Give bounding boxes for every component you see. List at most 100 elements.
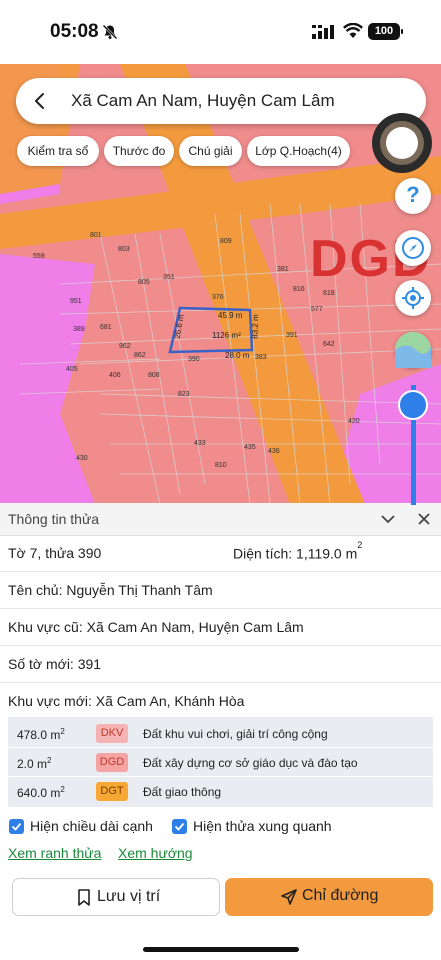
edge-length-label[interactable]: Hiện chiều dài cạnh [30, 818, 153, 834]
compass-icon [402, 237, 424, 259]
parcel-number: 642 [323, 341, 335, 348]
parcel-number: 389 [73, 326, 85, 333]
nearby-parcels-label[interactable]: Hiện thửa xung quanh [193, 818, 332, 834]
owner-name: Tên chủ: Nguyễn Thị Thanh Tâm [8, 582, 213, 598]
row-new-area: Khu vực mới: Xã Cam An, Khánh Hòa [0, 683, 441, 720]
zone-description: Đất giao thông [143, 785, 222, 799]
parcel-number: 351 [163, 274, 175, 281]
parcel-number: 406 [109, 372, 121, 379]
parcel-number: 805 [138, 279, 150, 286]
zone-area: 478.0 m2 [17, 727, 65, 742]
parcel-number: 436 [268, 448, 280, 455]
parcel-number: 862 [134, 352, 146, 359]
zone-code-badge: DGD [96, 753, 128, 772]
edge-length-checkbox[interactable] [9, 819, 24, 834]
help-button[interactable]: ? [395, 178, 431, 214]
parcel-number: 818 [323, 290, 335, 297]
checkmark-icon [11, 822, 22, 831]
edge-length-bottom: 28.0 m [225, 351, 250, 360]
checkmark-icon [174, 822, 185, 831]
close-icon[interactable] [417, 512, 431, 526]
parcel-number: 951 [70, 298, 82, 305]
parcel-number: 823 [178, 391, 190, 398]
save-location-button[interactable]: Lưu vị trí [12, 878, 220, 916]
home-indicator[interactable] [143, 947, 299, 952]
chip-measure[interactable]: Thước đo [104, 136, 174, 166]
old-area: Khu vực cũ: Xã Cam An Nam, Huyện Cam Lâm [8, 619, 304, 635]
nearby-parcels-checkbox[interactable] [172, 819, 187, 834]
sheet-parcel: Tờ 7, thửa 390 [8, 545, 102, 561]
row-sheet-area: Tờ 7, thửa 390 Diện tích: 1,119.0 m2 [0, 535, 441, 572]
directions-label: Chỉ đường [302, 887, 379, 904]
chip-check-book[interactable]: Kiểm tra sổ [17, 136, 99, 166]
bookmark-icon [78, 889, 90, 906]
zoning-table: 478.0 m2 DKV Đất khu vui chơi, giải trí … [8, 717, 433, 807]
directions-button[interactable]: Chỉ đường [225, 878, 433, 916]
search-location-text[interactable]: Xã Cam An Nam, Huyện Cam Lâm [71, 91, 335, 111]
panel-title: Thông tin thửa [8, 511, 100, 527]
parcel-number: 430 [76, 455, 88, 462]
zone-area: 2.0 m2 [17, 756, 52, 771]
bell-off-icon [102, 24, 118, 40]
new-area: Khu vực mới: Xã Cam An, Khánh Hòa [8, 693, 245, 709]
parcel-number: 803 [118, 246, 130, 253]
zone-row: 640.0 m2 DGT Đất giao thông [8, 777, 433, 806]
zone-row: 2.0 m2 DGD Đất xây dựng cơ sở giáo dục v… [8, 748, 433, 777]
parcel-area-label: 1126 m² [212, 331, 241, 340]
zone-row: 478.0 m2 DKV Đất khu vui chơi, giải trí … [8, 719, 433, 748]
parcel-number: 391 [286, 332, 298, 339]
status-bar: 05:08 100 [0, 0, 441, 64]
map-control-button[interactable] [372, 113, 432, 173]
edge-length-top: 45.9 m [218, 311, 243, 320]
signal-icon [312, 25, 334, 39]
parcel-number: 381 [277, 266, 289, 273]
panel-header: Thông tin thửa [0, 503, 441, 536]
row-new-sheet: Số tờ mới: 391 [0, 646, 441, 683]
parcel-number: 577 [311, 306, 323, 313]
parcel-number: 405 [66, 366, 78, 373]
parcel-number: 376 [212, 294, 224, 301]
parcel-number: 420 [348, 418, 360, 425]
new-sheet: Số tờ mới: 391 [8, 656, 102, 672]
status-time: 05:08 [50, 21, 99, 42]
zone-code-badge: DKV [96, 724, 128, 743]
parcel-number: 435 [244, 444, 256, 451]
parcel-area: Diện tích: 1,119.0 m2 [233, 540, 363, 562]
back-arrow-icon[interactable] [30, 91, 50, 111]
parcel-number: 809 [220, 238, 232, 245]
chip-planning-layers[interactable]: Lớp Q.Hoạch(4) [247, 136, 350, 166]
my-location-button[interactable] [395, 280, 431, 316]
satellite-layer-icon [395, 332, 431, 368]
crosshair-icon [402, 287, 424, 309]
row-old-area: Khu vực cũ: Xã Cam An Nam, Huyện Cam Lâm [0, 609, 441, 646]
search-bar[interactable]: Xã Cam An Nam, Huyện Cam Lâm [16, 78, 426, 124]
chevron-down-icon[interactable] [380, 512, 396, 526]
zone-description: Đất xây dựng cơ sở giáo dục và đào tạo [143, 756, 358, 770]
zone-code-badge: DGT [96, 782, 128, 801]
edge-length-right: 83.2 m [250, 314, 261, 339]
view-direction-link[interactable]: Xem hướng [118, 845, 193, 861]
parcel-number: 810 [215, 462, 227, 469]
zone-description: Đất khu vui chơi, giải trí công cộng [143, 727, 328, 741]
parcel-number: 801 [90, 232, 102, 239]
compass-button[interactable] [395, 230, 431, 266]
opacity-slider-thumb[interactable] [398, 390, 428, 420]
parcel-number: 808 [148, 372, 160, 379]
layer-toggle-button[interactable] [395, 332, 431, 368]
save-location-label: Lưu vị trí [97, 888, 161, 905]
parcel-number: 962 [119, 343, 131, 350]
parcel-number: 816 [293, 286, 305, 293]
view-boundary-link[interactable]: Xem ranh thửa [8, 845, 101, 861]
zone-area: 640.0 m2 [17, 785, 65, 800]
battery-indicator: 100 [368, 23, 403, 40]
chip-legend[interactable]: Chú giải [179, 136, 242, 166]
help-icon: ? [406, 182, 420, 207]
send-arrow-icon [281, 889, 297, 905]
parcel-number: 559 [33, 253, 45, 260]
parcel-number: 433 [194, 440, 206, 447]
parcel-number: 383 [255, 354, 267, 361]
parcel-number: 681 [100, 324, 112, 331]
wifi-icon [343, 23, 363, 38]
parcel-number: 390 [188, 356, 200, 363]
row-owner: Tên chủ: Nguyễn Thị Thanh Tâm [0, 572, 441, 609]
